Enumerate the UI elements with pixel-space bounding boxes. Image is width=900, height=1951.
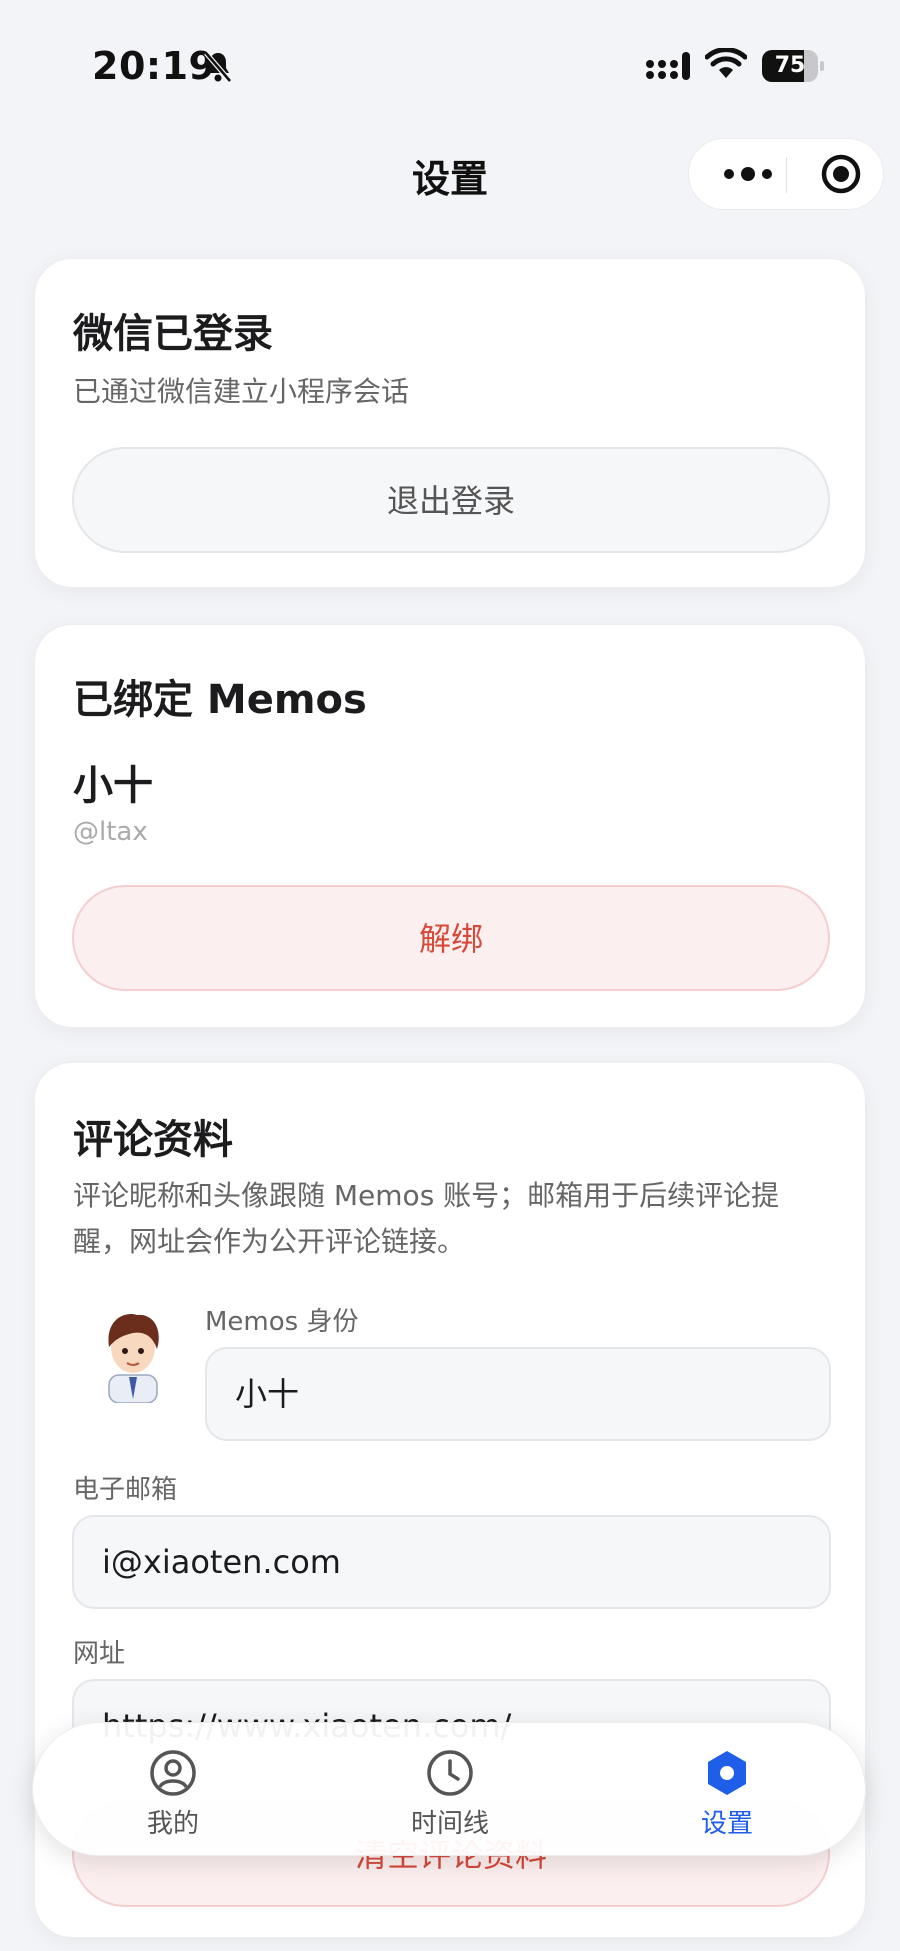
- tab-timeline[interactable]: 时间线: [350, 1723, 550, 1857]
- signal-icon: [646, 52, 690, 80]
- status-time: 20:19: [92, 44, 216, 88]
- bell-muted-icon: [204, 51, 232, 83]
- user-icon: [150, 1750, 196, 1796]
- capsule-divider: [786, 157, 787, 193]
- avatar: [108, 1314, 159, 1403]
- wechat-login-card: 微信已登录 已通过微信建立小程序会话 退出登录: [34, 258, 866, 588]
- comment-card-desc-line2: 醒，网址会作为公开评论链接。: [73, 1225, 466, 1258]
- miniprogram-capsule: [688, 138, 884, 210]
- tab-bar: 我的 时间线 设置: [32, 1722, 866, 1856]
- tab-mine[interactable]: 我的: [73, 1723, 273, 1857]
- tab-settings-label: 设置: [700, 1809, 753, 1839]
- wechat-card-desc: 已通过微信建立小程序会话: [73, 375, 410, 408]
- memos-user-handle: @ltax: [73, 817, 148, 847]
- tab-timeline-label: 时间线: [410, 1809, 489, 1839]
- unbind-button[interactable]: 解绑: [72, 885, 830, 991]
- wechat-card-title: 微信已登录: [73, 311, 273, 357]
- url-label: 网址: [73, 1639, 126, 1669]
- comment-card-desc-line1: 评论昵称和头像跟随 Memos 账号；邮箱用于后续评论提: [73, 1179, 780, 1212]
- battery-level: 75: [774, 53, 806, 78]
- close-target-icon[interactable]: [806, 139, 876, 209]
- logout-button[interactable]: 退出登录: [72, 447, 830, 553]
- identity-label: Memos 身份: [205, 1307, 359, 1337]
- memos-card-title: 已绑定 Memos: [73, 677, 367, 723]
- email-field[interactable]: i@xiaoten.com: [72, 1515, 831, 1609]
- wifi-icon: [705, 48, 747, 78]
- memos-user-name: 小十: [73, 763, 153, 809]
- battery-icon: 75: [762, 50, 824, 82]
- status-bar: 20:19 75: [0, 0, 900, 120]
- tab-settings[interactable]: 设置: [627, 1723, 827, 1857]
- tab-mine-label: 我的: [146, 1809, 199, 1839]
- more-icon[interactable]: [713, 139, 783, 209]
- settings-hexagon-icon: [708, 1751, 746, 1795]
- clock-icon: [427, 1750, 473, 1796]
- memos-binding-card: 已绑定 Memos 小十 @ltax 解绑: [34, 624, 866, 1028]
- email-label: 电子邮箱: [73, 1475, 178, 1505]
- identity-field: 小十: [205, 1347, 831, 1441]
- comment-card-title: 评论资料: [73, 1117, 233, 1163]
